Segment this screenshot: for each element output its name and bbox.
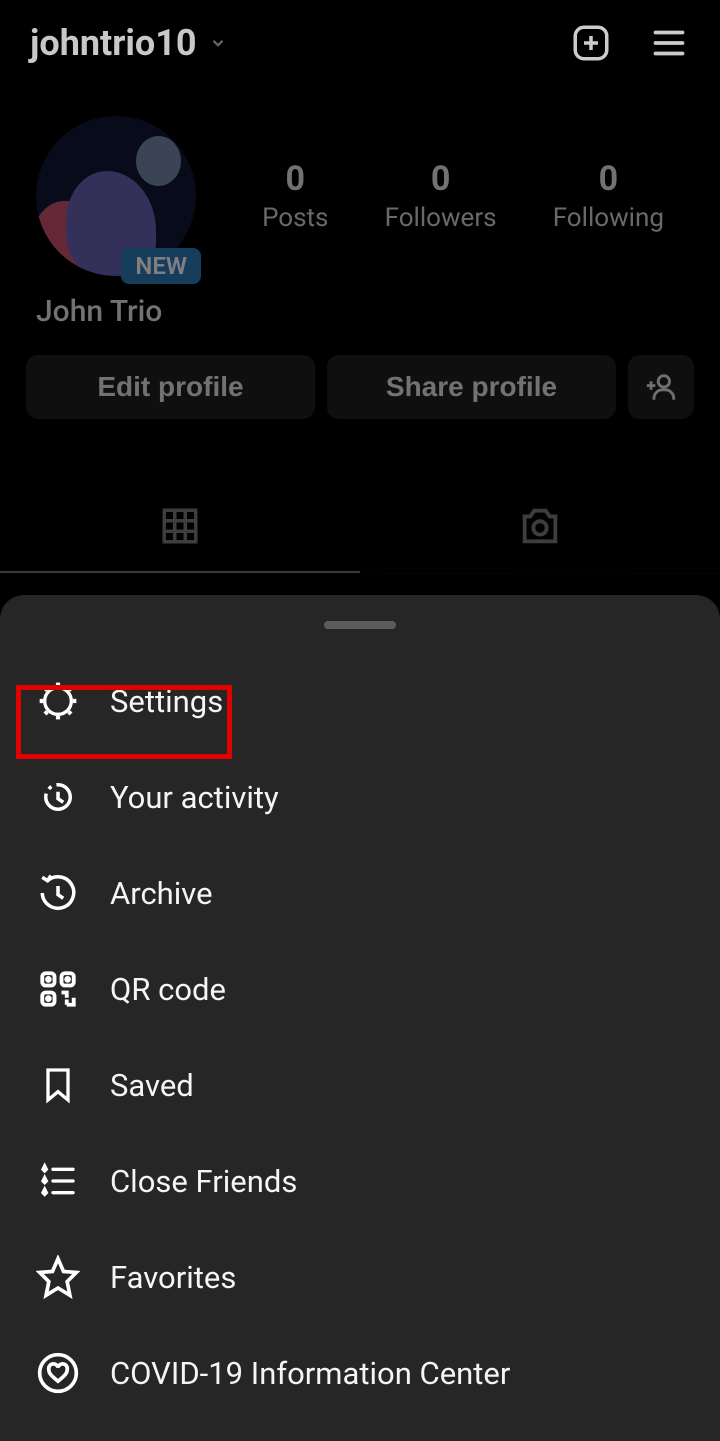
menu-saved-label: Saved <box>110 1067 194 1104</box>
activity-icon <box>36 775 80 819</box>
tagged-tab[interactable] <box>360 481 720 573</box>
profile-row: NEW 0 Posts 0 Followers 0 Following <box>36 116 692 276</box>
new-badge: NEW <box>121 248 201 284</box>
drag-handle[interactable] <box>324 621 396 629</box>
menu-settings[interactable]: Settings <box>0 653 720 749</box>
options-bottom-sheet: Settings Your activity Archive <box>0 595 720 1441</box>
menu-activity-label: Your activity <box>110 779 279 816</box>
profile-header: johntrio10 <box>0 0 720 86</box>
create-button[interactable] <box>570 22 612 64</box>
bookmark-icon <box>36 1063 80 1107</box>
heart-circle-icon <box>36 1351 80 1395</box>
share-profile-button[interactable]: Share profile <box>327 355 616 419</box>
grid-icon <box>159 505 201 547</box>
profile-info: NEW 0 Posts 0 Followers 0 Following John… <box>0 86 720 341</box>
star-icon <box>36 1255 80 1299</box>
menu-favorites[interactable]: Favorites <box>0 1229 720 1325</box>
username-text: johntrio10 <box>30 22 197 64</box>
menu-saved[interactable]: Saved <box>0 1037 720 1133</box>
gear-icon <box>36 679 80 723</box>
username-dropdown[interactable]: johntrio10 <box>30 22 227 64</box>
posts-count: 0 <box>286 159 306 199</box>
profile-actions: Edit profile Share profile <box>0 341 720 433</box>
posts-label: Posts <box>262 203 328 233</box>
menu-qr-label: QR code <box>110 971 226 1008</box>
qr-icon <box>36 967 80 1011</box>
list-star-icon <box>36 1159 80 1203</box>
followers-count: 0 <box>431 159 451 199</box>
menu-qr[interactable]: QR code <box>0 941 720 1037</box>
grid-tab[interactable] <box>0 481 360 573</box>
following-count: 0 <box>599 159 619 199</box>
archive-icon <box>36 871 80 915</box>
menu-favorites-label: Favorites <box>110 1259 236 1296</box>
following-stat[interactable]: 0 Following <box>553 159 664 233</box>
followers-label: Followers <box>385 203 497 233</box>
posts-stat[interactable]: 0 Posts <box>262 159 328 233</box>
discover-people-button[interactable] <box>628 355 694 419</box>
edit-profile-button[interactable]: Edit profile <box>26 355 315 419</box>
menu-archive[interactable]: Archive <box>0 845 720 941</box>
avatar-container[interactable]: NEW <box>36 116 196 276</box>
display-name: John Trio <box>36 294 692 329</box>
plus-square-icon <box>570 22 612 64</box>
chevron-down-icon <box>209 34 227 52</box>
menu-close-friends[interactable]: Close Friends <box>0 1133 720 1229</box>
profile-tabs <box>0 481 720 574</box>
following-label: Following <box>553 203 664 233</box>
menu-covid-label: COVID-19 Information Center <box>110 1355 510 1392</box>
menu-archive-label: Archive <box>110 875 213 912</box>
followers-stat[interactable]: 0 Followers <box>385 159 497 233</box>
menu-close-friends-label: Close Friends <box>110 1163 297 1200</box>
header-actions <box>570 22 690 64</box>
menu-settings-label: Settings <box>110 683 223 720</box>
menu-covid[interactable]: COVID-19 Information Center <box>0 1325 720 1421</box>
add-person-icon <box>644 370 678 404</box>
hamburger-menu-button[interactable] <box>648 22 690 64</box>
menu-activity[interactable]: Your activity <box>0 749 720 845</box>
hamburger-icon <box>648 25 690 61</box>
tagged-icon <box>517 503 563 549</box>
profile-stats: 0 Posts 0 Followers 0 Following <box>234 159 692 233</box>
